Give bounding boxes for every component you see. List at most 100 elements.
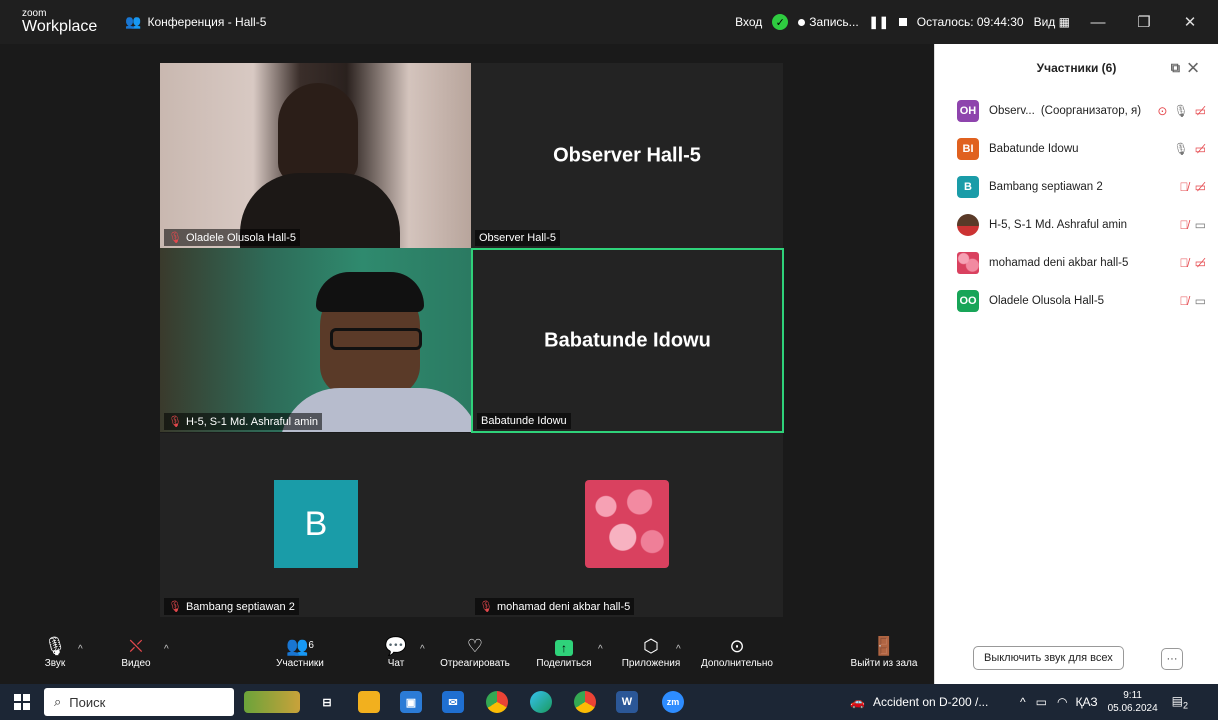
participant-row[interactable]: BI Babatunde Idowu 🎙 ▭̸ (935, 130, 1218, 168)
record-icon: ⊙ (1157, 104, 1168, 118)
chat-label: Чат (387, 658, 405, 669)
glasses (330, 328, 422, 350)
edge-icon[interactable] (530, 691, 552, 713)
avatar: BI (957, 138, 979, 160)
popout-icon[interactable]: ⧉ (1171, 60, 1188, 75)
avatar: OH (957, 100, 979, 122)
video-tile[interactable]: 🎙 H-5, S-1 Md. Ashraful amin (160, 248, 471, 432)
chevron-up-icon[interactable]: ^ (1020, 695, 1026, 709)
audio-options-caret[interactable]: ^ (78, 644, 83, 655)
pause-icon[interactable]: ❚❚ (869, 15, 889, 29)
more-button[interactable]: ⊙ Дополнительно (692, 634, 782, 669)
share-options-caret[interactable]: ^ (598, 644, 603, 655)
share-button[interactable]: ↑ Поделиться (532, 634, 596, 669)
leave-room-button[interactable]: 🚪 Выйти из зала (846, 634, 922, 669)
widgets-icon[interactable] (244, 691, 300, 713)
participants-button[interactable]: 👥6 Участники (268, 634, 332, 669)
video-off-icon[interactable]: ▭̸ (1195, 142, 1206, 156)
video-options-caret[interactable]: ^ (164, 644, 169, 655)
more-options-button[interactable]: ··· (1161, 648, 1183, 670)
video-off-icon[interactable]: ▭̸ (1195, 180, 1206, 194)
tile-name-label: Babatunde Idowu (477, 413, 571, 429)
minimize-button[interactable]: — (1080, 14, 1116, 31)
mic-icon[interactable]: 🎙 (1173, 142, 1188, 156)
recording-indicator[interactable]: Запись... (798, 15, 859, 29)
chrome-profile-icon[interactable] (574, 691, 596, 713)
participant-row[interactable]: OH Observ... (Соорганизатор, я) ⊙ 🎙 ▭̸ (935, 92, 1218, 130)
wifi-icon[interactable]: ◠ (1057, 695, 1067, 709)
video-button[interactable]: ⛌ Видео (116, 634, 156, 669)
zoom-logo: zoom Workplace (22, 9, 97, 35)
view-button[interactable]: Вид ▦ (1034, 15, 1070, 29)
battery-icon[interactable]: ▭ (1036, 695, 1047, 709)
search-icon: ⌕ (54, 694, 62, 709)
tile-display-name: Observer Hall-5 (553, 144, 701, 166)
tile-name-text: H-5, S-1 Md. Ashraful amin (185, 415, 319, 428)
traffic-icon: 🚗 (850, 695, 865, 709)
participant-row[interactable]: OO Oladele Olusola Hall-5 🎙̸ ▭ (935, 282, 1218, 320)
title-bar: zoom Workplace 👥 Конференция - Hall-5 Вх… (0, 0, 1218, 44)
mic-muted-icon[interactable]: 🎙̸ (1180, 256, 1189, 270)
close-button[interactable]: ✕ (1172, 13, 1208, 31)
avatar (957, 214, 979, 236)
video-label: Видео (121, 658, 151, 669)
apps-options-caret[interactable]: ^ (676, 644, 681, 655)
stop-icon[interactable] (898, 18, 907, 26)
video-tile[interactable]: B 🎙 Bambang septiawan 2 (160, 433, 471, 617)
more-icon: ⊙ (729, 636, 745, 656)
video-icon[interactable]: ▭ (1195, 294, 1206, 308)
mail-icon[interactable]: ✉ (442, 691, 464, 713)
file-explorer-icon[interactable] (358, 691, 380, 713)
video-tile-active-speaker[interactable]: Babatunde Idowu Babatunde Idowu (471, 248, 784, 433)
tile-name-text: Observer Hall-5 (479, 232, 557, 244)
windows-start-icon[interactable] (14, 694, 30, 710)
video-icon[interactable]: ▭ (1195, 218, 1206, 232)
close-panel-icon[interactable]: ✕ (1188, 60, 1206, 75)
video-tile[interactable]: 🎙 Oladele Olusola Hall-5 (160, 63, 471, 248)
video-off-icon[interactable]: ▭̸ (1195, 104, 1206, 118)
person-hair (316, 272, 424, 312)
view-label: Вид (1033, 15, 1056, 29)
tile-display-name: Babatunde Idowu (544, 329, 711, 351)
react-button[interactable]: ♡ Отреагировать (440, 634, 510, 669)
audio-button[interactable]: 🎙 Звук (38, 634, 72, 669)
mute-all-button[interactable]: Выключить звук для всех (973, 646, 1124, 670)
participant-name: H-5, S-1 Md. Ashraful amin (989, 219, 1128, 231)
video-off-icon[interactable]: ▭̸ (1195, 256, 1206, 270)
meeting-toolbar: 🎙 Звук ^ ⛌ Видео ^ 👥6 Участники 💬 Чат ^ … (0, 630, 934, 684)
video-off-icon: ⛌ (129, 636, 143, 656)
zoom-icon[interactable]: zm (662, 691, 684, 713)
participant-row[interactable]: B Bambang septiawan 2 🎙̸ ▭̸ (935, 168, 1218, 206)
news-ticker[interactable]: Accident on D-200 /... (873, 695, 988, 709)
tile-name-text: Oladele Olusola Hall-5 (185, 231, 297, 244)
clock[interactable]: 9:11 05.06.2024 (1108, 689, 1158, 715)
shield-icon[interactable]: ✓ (772, 14, 789, 30)
participant-row[interactable]: H-5, S-1 Md. Ashraful amin 🎙̸ ▭ (935, 206, 1218, 244)
person-video (278, 83, 358, 183)
chat-button[interactable]: 💬 Чат (382, 634, 410, 669)
taskbar-search[interactable]: ⌕ Поиск (44, 688, 234, 716)
restore-button[interactable]: ❐ (1126, 13, 1162, 31)
notifications-icon[interactable]: ▤2 (1172, 694, 1188, 710)
participant-name: Bambang septiawan 2 (989, 181, 1103, 193)
mic-muted-icon[interactable]: 🎙̸ (1180, 294, 1189, 308)
video-tile[interactable]: Observer Hall-5 Observer Hall-5 (471, 63, 783, 248)
mic-muted-icon[interactable]: 🎙̸ (1180, 218, 1189, 232)
word-icon[interactable]: W (616, 691, 638, 713)
avatar: B (957, 176, 979, 198)
mic-icon[interactable]: 🎙 (1173, 104, 1188, 118)
clock-date: 05.06.2024 (1107, 703, 1158, 714)
mic-muted-icon: 🎙 (168, 232, 182, 244)
participant-name: Oladele Olusola Hall-5 (989, 295, 1105, 307)
store-icon[interactable]: ▣ (400, 691, 422, 713)
chrome-icon[interactable] (486, 691, 508, 713)
mic-muted-icon[interactable]: 🎙̸ (1180, 180, 1189, 194)
language-indicator[interactable]: ҚАЗ (1075, 695, 1097, 709)
participant-row[interactable]: mohamad deni akbar hall-5 🎙̸ ▭̸ (935, 244, 1218, 282)
signin-button[interactable]: Вход (735, 15, 762, 29)
clock-time: 9:11 (1123, 690, 1142, 701)
video-tile[interactable]: 🎙 mohamad deni akbar hall-5 (471, 433, 783, 617)
chat-options-caret[interactable]: ^ (420, 644, 425, 655)
tile-name-text: Bambang septiawan 2 (185, 600, 295, 613)
task-view-icon[interactable]: ⊟ (316, 691, 338, 713)
